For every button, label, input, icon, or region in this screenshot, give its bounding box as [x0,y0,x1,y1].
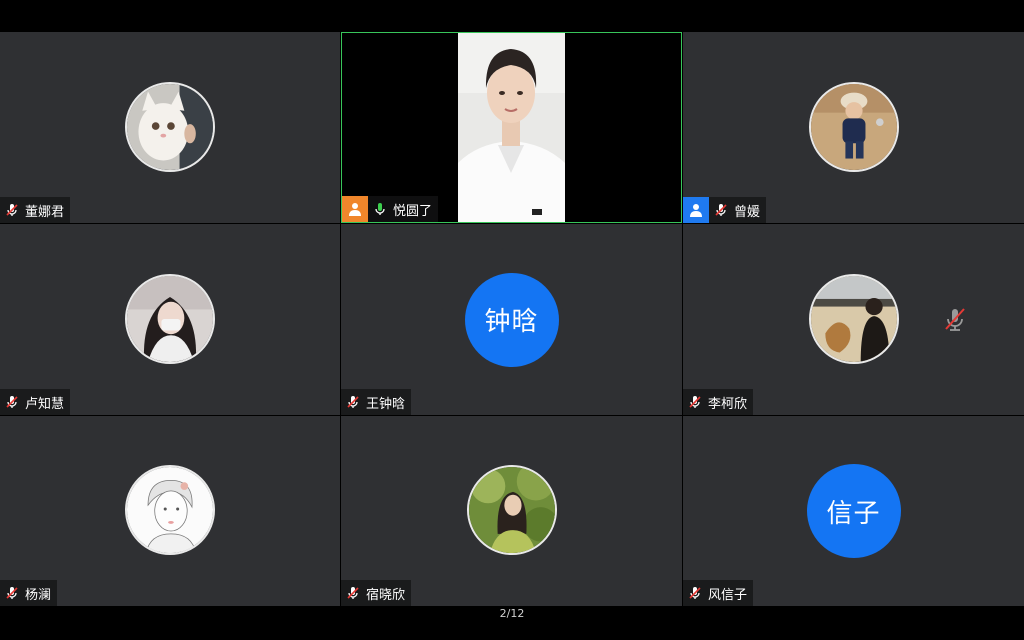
participant-avatar [466,465,557,555]
participant-video [458,33,565,222]
participant-tile[interactable]: 曾媛 [683,32,1024,223]
cohost-person-icon [690,204,702,217]
participant-tile-active-speaker[interactable]: 悦圆了 [341,32,682,223]
mic-muted-icon [713,202,729,218]
mic-muted-icon [942,306,968,332]
page-indicator: 2/12 [499,607,525,620]
mic-muted-icon [687,585,703,601]
participant-avatar [808,273,899,364]
participant-name: 杨澜 [25,587,52,603]
name-bar: 李柯欣 [683,389,754,415]
participant-avatar [125,81,215,172]
participant-avatar [125,273,215,364]
participant-name: 风信子 [708,587,748,603]
mic-muted-icon [4,394,20,410]
name-bar: 悦圆了 [342,196,439,222]
girl-photo-avatar-icon [127,275,213,362]
cat-photo-avatar-icon [127,83,213,170]
meeting-gallery-view: 董娜君 悦圆了 曾媛 卢知慧 钟晗 王钟晗 李柯欣 杨澜 宿晓欣 信子 风信子 … [0,0,1024,640]
participant-tile[interactable]: 卢知慧 [0,224,340,415]
name-bar: 宿晓欣 [341,580,412,606]
participant-label: 李柯欣 [683,389,754,415]
participant-tile[interactable]: 信子 风信子 [683,416,1024,606]
mic-muted-icon [4,202,20,218]
participant-label: 王钟晗 [341,389,412,415]
participant-tile[interactable]: 董娜君 [0,32,340,223]
participant-label: 董娜君 [0,197,71,223]
mic-muted-icon [4,585,20,601]
participant-label: 曾媛 [709,197,767,223]
mic-muted-icon [345,585,361,601]
mic-muted-icon [345,394,361,410]
host-person-icon [349,203,361,216]
participant-name: 王钟晗 [366,396,406,412]
landscape-photo-avatar-icon [810,275,897,362]
initials-avatar: 信子 [806,464,901,558]
participant-tile[interactable]: 杨澜 [0,416,340,606]
name-bar: 卢知慧 [0,389,71,415]
name-bar: 王钟晗 [341,389,412,415]
mic-active-icon [372,201,388,217]
name-bar: 董娜君 [0,197,71,223]
video-frame-icon [458,33,565,222]
name-bar: 曾媛 [683,197,767,223]
participant-tile[interactable]: 李柯欣 [683,224,1024,415]
child-photo-avatar-icon [810,83,897,170]
participant-label: 宿晓欣 [341,580,412,606]
participant-label: 卢知慧 [0,389,71,415]
participant-name: 悦圆了 [393,203,433,219]
participant-grid: 董娜君 悦圆了 曾媛 卢知慧 钟晗 王钟晗 李柯欣 杨澜 宿晓欣 信子 风信子 [0,32,1024,608]
illustration-avatar-icon [127,467,213,553]
participant-name: 曾媛 [734,204,761,220]
cohost-badge [683,197,709,223]
participant-label: 风信子 [683,580,754,606]
participant-label: 悦圆了 [368,196,439,222]
outdoor-photo-avatar-icon [468,467,555,553]
participant-name: 李柯欣 [708,396,748,412]
participant-label: 杨澜 [0,580,58,606]
participant-tile[interactable]: 钟晗 王钟晗 [341,224,682,415]
participant-name: 宿晓欣 [366,587,406,603]
mic-muted-icon [687,394,703,410]
name-bar: 杨澜 [0,580,58,606]
participant-avatar [125,465,215,555]
participant-avatar [808,81,899,172]
host-badge [342,196,368,222]
name-bar: 风信子 [683,580,754,606]
participant-tile[interactable]: 宿晓欣 [341,416,682,606]
initials-avatar: 钟晗 [464,272,559,367]
participant-name: 董娜君 [25,204,65,220]
participant-name: 卢知慧 [25,396,65,412]
